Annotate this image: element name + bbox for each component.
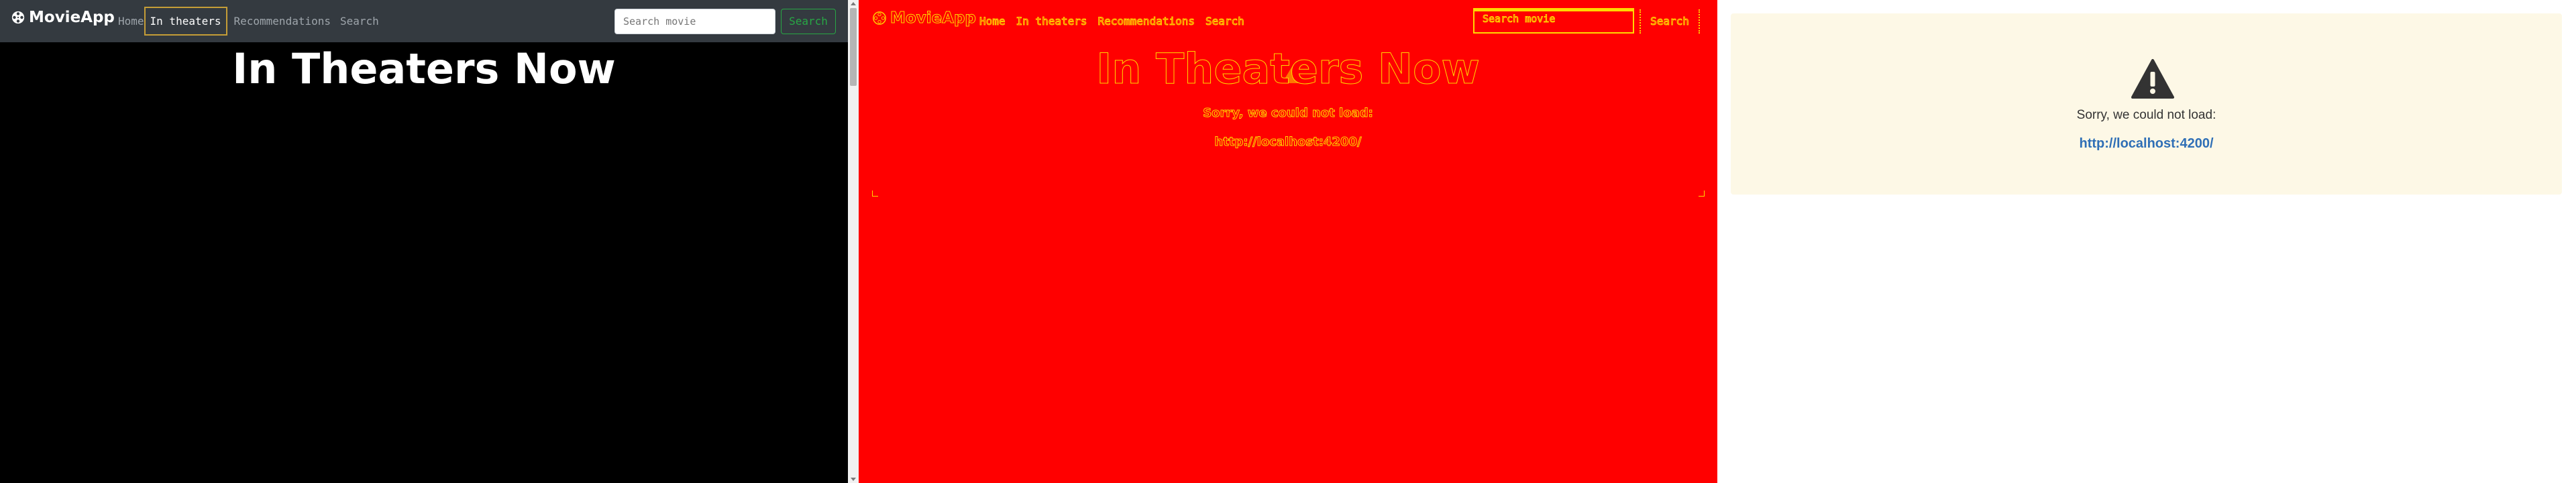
page-title: In Theaters Now — [232, 44, 616, 93]
diff-nav-recommendations: Recommendations — [1097, 15, 1195, 28]
nav-links: Home In theaters Recommendations Search — [118, 7, 388, 36]
diff-film-reel-icon — [873, 11, 886, 25]
error-page-panel: Sorry, we could not load: http://localho… — [1717, 0, 2576, 483]
diff-brand-name: MovieApp — [890, 9, 977, 28]
diff-nav-in-theaters: In theaters — [1016, 15, 1087, 28]
scrollbar-thumb[interactable] — [850, 8, 857, 86]
film-reel-icon — [11, 11, 25, 24]
error-message: Sorry, we could not load: — [2076, 108, 2216, 122]
diff-search-input: Search movie — [1473, 8, 1634, 34]
warning-icon — [2131, 59, 2174, 99]
search-button[interactable]: Search — [781, 9, 836, 34]
diff-page-title: In Theaters Now — [1096, 44, 1481, 94]
diff-nav-home: Home — [979, 15, 1006, 28]
rendered-app-panel: MovieApp Home In theaters Recommendation… — [0, 0, 848, 483]
diff-search-button: Search — [1640, 9, 1700, 34]
navbar: MovieApp Home In theaters Recommendation… — [0, 0, 848, 42]
brand-logo[interactable]: MovieApp — [11, 9, 115, 26]
diff-corner-marker — [872, 191, 878, 197]
nav-in-theaters[interactable]: In theaters — [144, 7, 227, 36]
diff-error-url: http://localhost:4200/ — [1214, 135, 1362, 150]
diff-panel: MovieApp Home In theaters Recommendation… — [859, 0, 1717, 483]
diff-nav-links: Home In theaters Recommendations Search — [979, 15, 1255, 28]
nav-home[interactable]: Home — [118, 15, 144, 36]
nav-recommendations[interactable]: Recommendations — [234, 15, 331, 36]
diff-nav-search: Search — [1205, 15, 1245, 28]
scrollbar[interactable] — [848, 0, 859, 483]
search-input[interactable] — [614, 9, 775, 34]
scroll-down-arrow-icon[interactable] — [851, 478, 856, 481]
error-url-link[interactable]: http://localhost:4200/ — [1731, 136, 2562, 152]
scroll-up-arrow-icon[interactable] — [851, 2, 856, 5]
nav-search[interactable]: Search — [340, 15, 379, 36]
diff-brand: MovieApp — [872, 9, 977, 28]
error-card: Sorry, we could not load: http://localho… — [1731, 13, 2562, 195]
diff-corner-marker — [1699, 191, 1705, 197]
brand-name: MovieApp — [29, 9, 115, 26]
diff-error-message: Sorry, we could not load: — [1203, 106, 1374, 121]
